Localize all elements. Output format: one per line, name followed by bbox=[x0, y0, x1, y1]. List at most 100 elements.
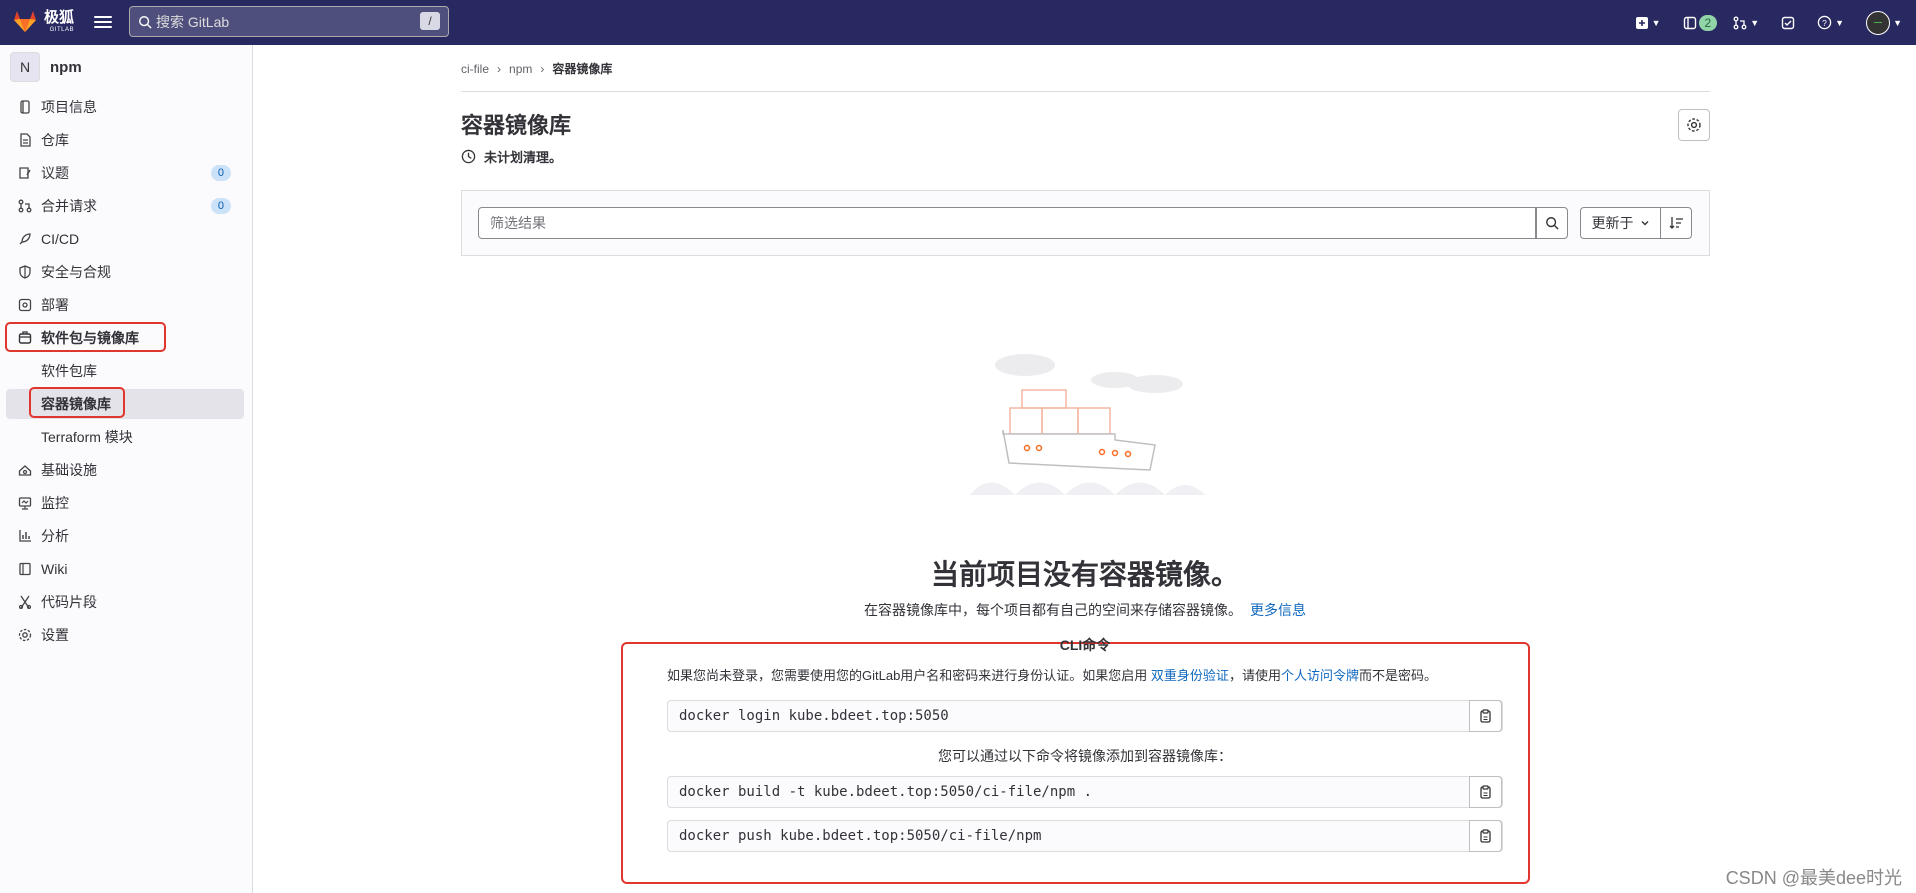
page-title: 容器镜像库 bbox=[461, 113, 572, 138]
sidebar-item-merge-requests[interactable]: 合并请求 0 bbox=[0, 191, 252, 221]
sidebar-item-label: 基础设施 bbox=[41, 462, 97, 478]
breadcrumb: ci-file › npm › 容器镜像库 bbox=[461, 60, 612, 77]
plus-square-icon bbox=[1635, 16, 1648, 29]
build-command-field[interactable]: docker build -t kube.bdeet.top:5050/ci-f… bbox=[667, 776, 1503, 808]
sidebar-item-deployments[interactable]: 部署 bbox=[0, 290, 252, 320]
sidebar-item-project-info[interactable]: 项目信息 bbox=[0, 92, 252, 122]
cli-commands-title: CLI命令 bbox=[1059, 637, 1111, 653]
empty-state-text: 在容器镜像库中，每个项目都有自己的空间来存储容器镜像。 bbox=[864, 602, 1242, 618]
help-icon: ? bbox=[1817, 15, 1832, 30]
copy-button[interactable] bbox=[1469, 700, 1502, 732]
sidebar-item-analytics[interactable]: 分析 bbox=[0, 521, 252, 551]
build-command-text: docker build -t kube.bdeet.top:5050/ci-f… bbox=[679, 784, 1093, 800]
access-token-link[interactable]: 个人访问令牌 bbox=[1281, 668, 1359, 683]
push-command-field[interactable]: docker push kube.bdeet.top:5050/ci-file/… bbox=[667, 820, 1503, 852]
todos-button[interactable] bbox=[1781, 16, 1795, 30]
merge-request-icon bbox=[17, 198, 33, 214]
breadcrumb-item[interactable]: npm bbox=[509, 62, 532, 76]
search-shortcut: / bbox=[420, 12, 440, 30]
cli-note-text: 而不是密码。 bbox=[1358, 668, 1437, 683]
gitlab-logo[interactable]: 极狐 GITLAB bbox=[12, 8, 74, 34]
sidebar-item-cicd[interactable]: CI/CD bbox=[0, 224, 252, 254]
chart-icon bbox=[17, 528, 33, 544]
deploy-icon bbox=[17, 297, 33, 313]
info-icon bbox=[17, 99, 33, 115]
sidebar-item-label: 安全与合规 bbox=[41, 264, 111, 280]
chevron-down-icon: ▼ bbox=[1835, 17, 1845, 28]
todo-check-icon bbox=[1781, 16, 1795, 29]
gear-icon bbox=[1687, 118, 1701, 132]
repo-icon bbox=[17, 132, 33, 148]
copy-icon bbox=[1480, 785, 1491, 799]
search-input[interactable]: 搜索 GitLab / bbox=[129, 6, 449, 37]
sidebar-item-label: 项目信息 bbox=[41, 99, 97, 115]
ship-illustration bbox=[970, 354, 1205, 495]
sidebar-item-security[interactable]: 安全与合规 bbox=[0, 257, 252, 287]
cli-note-text: ，请使用 bbox=[1228, 668, 1281, 683]
empty-state-title: 当前项目没有容器镜像。 bbox=[930, 559, 1239, 590]
settings-button[interactable] bbox=[1678, 109, 1710, 141]
login-command-text: docker login kube.bdeet.top:5050 bbox=[679, 708, 949, 724]
sidebar-item-repository[interactable]: 仓库 bbox=[0, 125, 252, 155]
avatar bbox=[1866, 10, 1891, 35]
filter-input[interactable]: 筛选结果 bbox=[478, 207, 1536, 239]
issues-count-badge: 0 bbox=[210, 165, 231, 181]
cleanup-status: 未计划清理。 bbox=[461, 147, 562, 166]
top-bar: 极狐 GITLAB 搜索 GitLab / ▼ 2 ▼ ? ▼ ▼ bbox=[0, 0, 1916, 45]
watermark: CSDN @最美dee时光 bbox=[1725, 868, 1902, 888]
clock-icon bbox=[461, 149, 476, 164]
chevron-right-icon: › bbox=[540, 61, 545, 76]
login-command-field[interactable]: docker login kube.bdeet.top:5050 bbox=[667, 700, 1503, 732]
user-menu-button[interactable]: ▼ bbox=[1866, 10, 1902, 35]
sort-direction-button[interactable] bbox=[1660, 207, 1692, 239]
issues-icon bbox=[1683, 16, 1696, 29]
merge-requests-count-badge: 0 bbox=[210, 198, 231, 214]
sidebar-subitem-terraform[interactable]: Terraform 模块 bbox=[0, 422, 252, 452]
sidebar-item-monitor[interactable]: 监控 bbox=[0, 488, 252, 518]
cloud-icon bbox=[17, 462, 33, 478]
search-icon bbox=[1546, 217, 1559, 230]
shield-icon bbox=[17, 264, 33, 280]
sort-label: 更新于 bbox=[1591, 215, 1634, 231]
fox-logo-icon bbox=[14, 11, 36, 32]
cli-note-text: 如果您尚未登录，您需要使用您的GitLab用户名和密码来进行身份认证。如果您启用 bbox=[667, 668, 1151, 683]
sidebar-item-issues[interactable]: 议题 0 bbox=[0, 158, 252, 188]
merge-request-icon bbox=[1733, 16, 1747, 29]
brand-name: 极狐 bbox=[44, 9, 75, 26]
cli-auth-note: 如果您尚未登录，您需要使用您的GitLab用户名和密码来进行身份认证。如果您启用… bbox=[667, 665, 1437, 684]
filter-search-button[interactable] bbox=[1536, 207, 1568, 239]
push-command-text: docker push kube.bdeet.top:5050/ci-file/… bbox=[679, 828, 1042, 844]
svg-text:?: ? bbox=[1822, 18, 1827, 28]
highlight-box bbox=[29, 387, 125, 418]
breadcrumb-item[interactable]: ci-file bbox=[461, 62, 489, 76]
filter-bar: 筛选结果 更新于 bbox=[461, 190, 1710, 256]
project-avatar: N bbox=[10, 52, 40, 82]
project-header[interactable]: N npm bbox=[10, 52, 82, 82]
cli-add-image-text: 您可以通过以下命令将镜像添加到容器镜像库： bbox=[938, 748, 1232, 764]
sidebar-item-label: CI/CD bbox=[41, 231, 80, 247]
sidebar-subitem-label: 软件包库 bbox=[41, 363, 97, 379]
menu-icon[interactable] bbox=[94, 13, 112, 31]
search-icon bbox=[139, 15, 152, 29]
sidebar-item-infrastructure[interactable]: 基础设施 bbox=[0, 455, 252, 485]
chevron-down-icon: ▼ bbox=[1651, 17, 1661, 28]
search-placeholder: 搜索 GitLab bbox=[156, 13, 230, 30]
two-factor-link[interactable]: 双重身份验证 bbox=[1151, 668, 1229, 683]
create-new-button[interactable]: ▼ bbox=[1635, 16, 1661, 30]
brand-sub: GITLAB bbox=[49, 27, 75, 33]
sidebar-item-label: 监控 bbox=[41, 495, 69, 511]
copy-icon bbox=[1480, 829, 1491, 843]
sidebar-subitem-package-registry[interactable]: 软件包库 bbox=[0, 356, 252, 386]
sort-dropdown[interactable]: 更新于 bbox=[1580, 207, 1661, 239]
copy-button[interactable] bbox=[1469, 776, 1502, 808]
breadcrumb-current[interactable]: 容器镜像库 bbox=[552, 60, 612, 77]
empty-state-description: 在容器镜像库中，每个项目都有自己的空间来存储容器镜像。 更多信息 bbox=[0, 600, 1916, 620]
help-button[interactable]: ? ▼ bbox=[1817, 15, 1844, 30]
merge-requests-button[interactable]: ▼ bbox=[1733, 16, 1759, 30]
chevron-down-icon bbox=[1641, 221, 1648, 226]
sidebar-item-label: 合并请求 bbox=[41, 198, 97, 214]
project-name: npm bbox=[50, 58, 82, 76]
issues-button[interactable]: 2 bbox=[1683, 14, 1718, 31]
more-info-link[interactable]: 更多信息 bbox=[1250, 602, 1306, 618]
copy-button[interactable] bbox=[1469, 820, 1502, 852]
